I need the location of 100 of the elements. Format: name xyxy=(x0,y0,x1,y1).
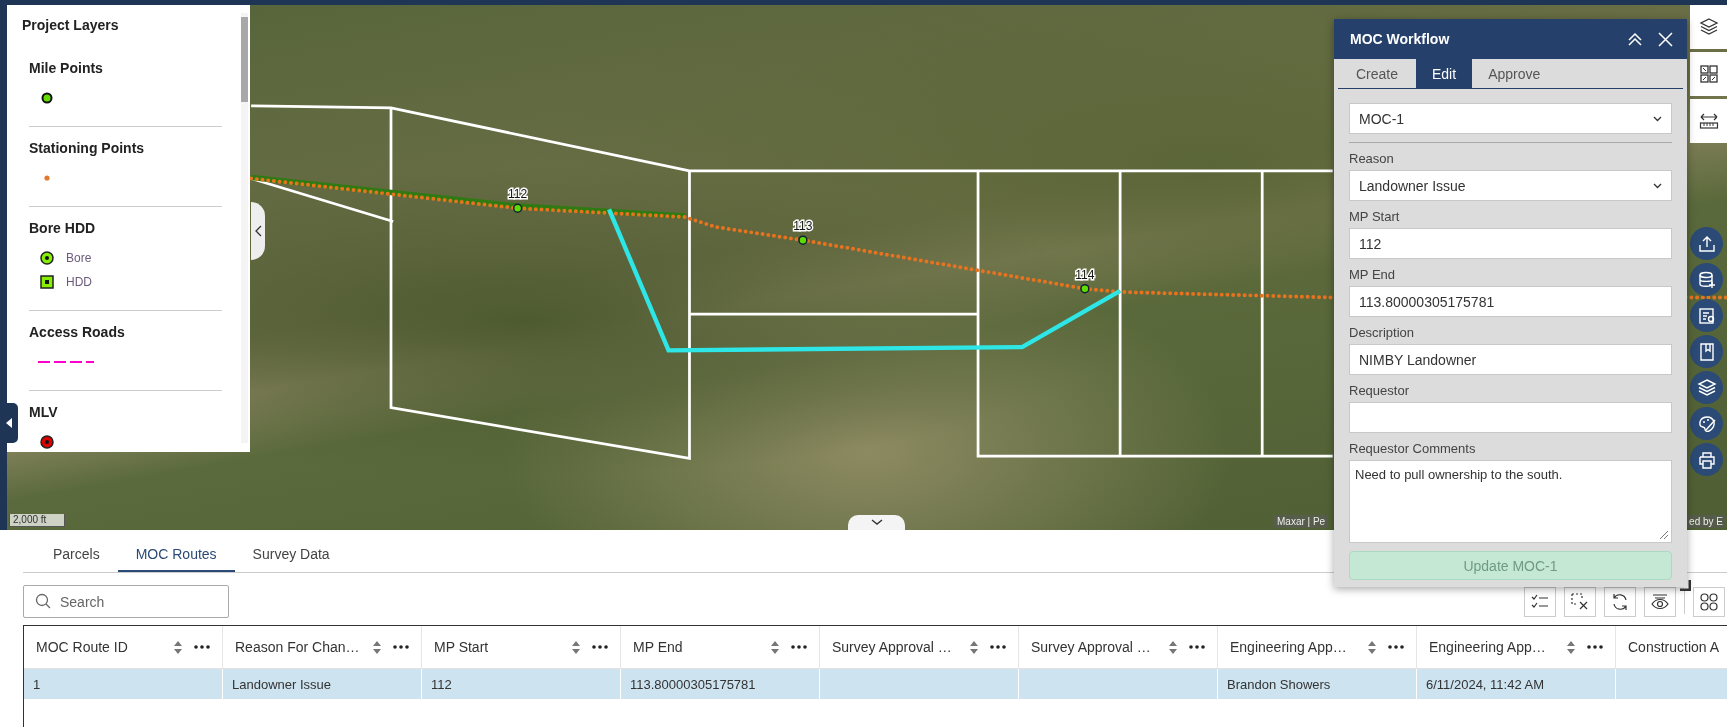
column-header[interactable]: Engineering App… xyxy=(1230,639,1356,655)
table-cell: Brandon Showers xyxy=(1218,669,1417,699)
map-attribution: ed by E xyxy=(1686,515,1726,528)
more-options-icon[interactable] xyxy=(393,645,409,649)
column-header[interactable]: Construction A xyxy=(1628,639,1726,655)
map-widget-button[interactable] xyxy=(1690,371,1723,404)
text-field[interactable]: 113.80000305175781 xyxy=(1349,286,1672,317)
text-field[interactable]: NIMBY Landowner xyxy=(1349,344,1672,375)
mile-point-marker[interactable] xyxy=(1080,283,1090,294)
workflow-tab[interactable]: Approve xyxy=(1472,59,1557,88)
table-cell: Landowner Issue xyxy=(223,669,422,699)
resize-grip-icon xyxy=(1659,530,1669,540)
text-area[interactable]: Need to pull ownership to the south. xyxy=(1349,460,1672,543)
scrollbar[interactable] xyxy=(241,13,248,443)
map-widget-button[interactable] xyxy=(1690,299,1723,332)
more-options-icon[interactable] xyxy=(990,645,1006,649)
table-row[interactable]: 1 Landowner Issue 112 113.80000305175781 Brandon Showers 6/11/2024, 11:42 AM xyxy=(24,669,1727,699)
mile-point-label: 114 xyxy=(1075,267,1095,282)
map-widget-button[interactable] xyxy=(1690,335,1723,368)
table-tab[interactable]: MOC Routes xyxy=(117,546,235,572)
workflow-tab[interactable]: Create xyxy=(1338,59,1416,88)
layer-name: Bore HDD xyxy=(29,220,97,236)
clear-selection-icon xyxy=(1570,591,1590,612)
layers-icon xyxy=(1696,377,1717,398)
field-label: Requestor xyxy=(1349,383,1410,398)
sort-icon[interactable] xyxy=(1567,640,1575,654)
map-widget-button[interactable] xyxy=(1690,407,1723,440)
layers-icon xyxy=(1698,17,1719,37)
text-field[interactable]: 112 xyxy=(1349,228,1672,259)
palette-icon xyxy=(1696,413,1717,434)
database-add-icon xyxy=(1696,269,1717,290)
table-cell: 1 xyxy=(24,669,223,699)
sort-icon[interactable] xyxy=(771,640,779,654)
ruler-icon xyxy=(1698,111,1719,131)
table-tool-button[interactable] xyxy=(1644,586,1676,617)
chevron-down-icon xyxy=(870,519,883,526)
field-label: MP End xyxy=(1349,267,1396,282)
sort-icon[interactable] xyxy=(970,640,978,654)
mile-point-marker[interactable] xyxy=(512,203,523,213)
resize-corner-icon[interactable] xyxy=(1680,580,1691,591)
four-circles-icon xyxy=(1699,591,1719,612)
sort-icon[interactable] xyxy=(1368,640,1376,654)
table-tool-button[interactable] xyxy=(1604,586,1636,617)
column-header[interactable]: MP Start xyxy=(434,639,560,655)
field-label: Reason xyxy=(1349,151,1395,166)
mile-point-label: 113 xyxy=(793,219,813,234)
layer-name: MLV xyxy=(29,404,59,420)
field-label: Requestor Comments xyxy=(1349,441,1477,456)
grid-squares-icon xyxy=(1698,64,1719,84)
more-options-icon[interactable] xyxy=(1388,645,1404,649)
column-header[interactable]: Survey Approval … xyxy=(1031,639,1157,655)
chevron-down-icon xyxy=(1653,182,1662,189)
map-widget-button[interactable] xyxy=(1690,443,1723,476)
dropdown-field[interactable]: Landowner Issue xyxy=(1349,170,1672,201)
sort-icon[interactable] xyxy=(1169,640,1177,654)
workflow-tab[interactable]: Edit xyxy=(1416,59,1473,88)
map-widget-button[interactable] xyxy=(1690,263,1723,296)
more-options-icon[interactable] xyxy=(592,645,608,649)
column-header[interactable]: Survey Approval … xyxy=(832,639,958,655)
panel-title: Project Layers xyxy=(22,17,120,33)
table-cell: 112 xyxy=(422,669,621,699)
map-tool-button[interactable] xyxy=(1690,99,1727,143)
more-options-icon[interactable] xyxy=(1189,645,1205,649)
chevron-down-icon xyxy=(1653,115,1662,122)
column-header[interactable]: MP End xyxy=(633,639,759,655)
text-field[interactable] xyxy=(1349,402,1672,433)
layer-name: Stationing Points xyxy=(29,140,146,156)
close-button[interactable] xyxy=(1655,29,1675,49)
search-icon xyxy=(35,593,51,609)
sort-icon[interactable] xyxy=(572,640,580,654)
more-options-icon[interactable] xyxy=(1587,645,1603,649)
panel-title: MOC Workflow xyxy=(1350,31,1451,47)
mile-point-label: 112 xyxy=(508,187,528,202)
chevron-left-icon xyxy=(254,225,262,237)
field-label: MP Start xyxy=(1349,209,1401,224)
column-header[interactable]: Reason For Chan… xyxy=(235,639,361,655)
table-tab[interactable]: Parcels xyxy=(35,546,118,572)
column-header[interactable]: MOC Route ID xyxy=(36,639,162,655)
printer-icon xyxy=(1696,449,1717,470)
column-header[interactable]: Engineering App… xyxy=(1429,639,1555,655)
table-tool-button[interactable] xyxy=(1693,586,1725,617)
collapse-map-button[interactable] xyxy=(848,515,905,530)
sort-icon[interactable] xyxy=(174,640,182,654)
map-tool-button[interactable] xyxy=(1690,52,1727,96)
legend-label: Bore xyxy=(66,251,92,265)
layer-name: Access Roads xyxy=(29,324,126,340)
more-options-icon[interactable] xyxy=(791,645,807,649)
sort-icon[interactable] xyxy=(373,640,381,654)
dropdown-field[interactable]: MOC-1 xyxy=(1349,103,1672,134)
mile-point-marker[interactable] xyxy=(798,235,808,245)
more-options-icon[interactable] xyxy=(194,645,210,649)
collapse-panel-button[interactable] xyxy=(251,202,265,260)
list-settings-icon xyxy=(1696,305,1717,326)
table-cell: 113.80000305175781 xyxy=(621,669,820,699)
table-tab[interactable]: Survey Data xyxy=(234,546,348,572)
layer-name: Mile Points xyxy=(29,60,104,76)
search-field[interactable]: Search xyxy=(23,585,229,618)
map-widget-button[interactable] xyxy=(1690,227,1723,260)
double-chevron-up-icon xyxy=(1627,31,1643,47)
map-tool-button[interactable] xyxy=(1690,5,1727,49)
